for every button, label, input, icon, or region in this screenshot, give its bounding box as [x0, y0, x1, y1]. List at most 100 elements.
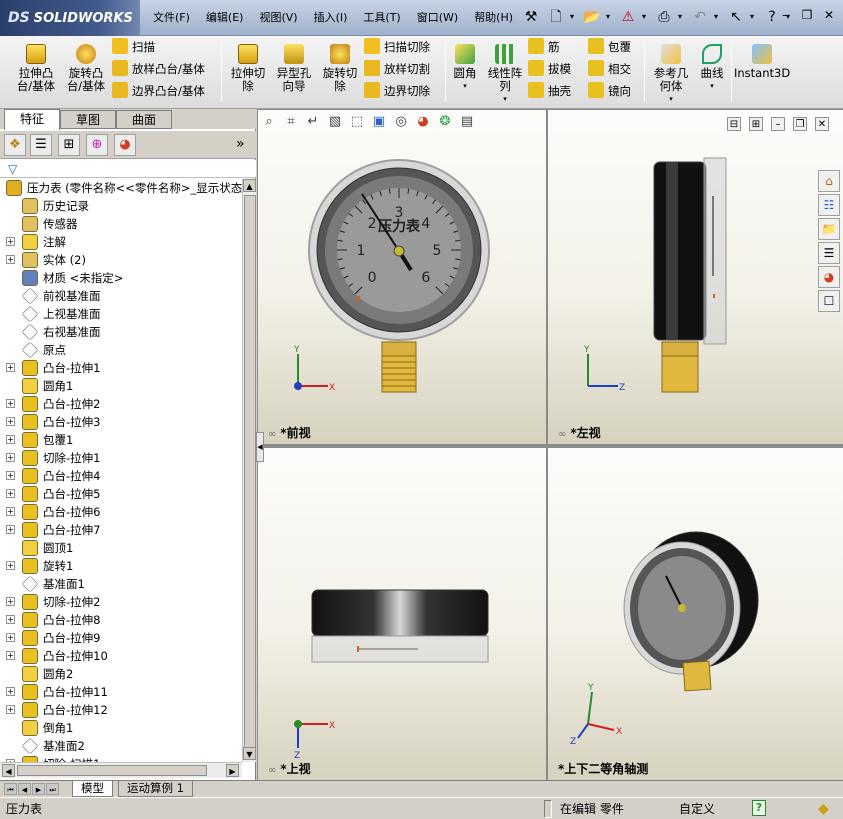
tree-item[interactable]: + 凸台-拉伸12 [0, 701, 242, 719]
boundary-cut-button[interactable]: 边界切除 [364, 80, 430, 102]
close-icon[interactable]: ✕ [821, 6, 837, 24]
tree-item[interactable]: 原点 [0, 341, 242, 359]
tree-item[interactable]: + 凸台-拉伸10 [0, 647, 242, 665]
solidworks-logo[interactable]: DS SOLIDWORKS [0, 0, 140, 36]
tree-item[interactable]: + 凸台-拉伸2 [0, 395, 242, 413]
tree-item[interactable]: + 凸台-拉伸11 [0, 683, 242, 701]
tree-item[interactable]: + 凸台-拉伸8 [0, 611, 242, 629]
expand-toggle-icon[interactable]: + [6, 435, 15, 444]
scroll-down-icon[interactable]: ▼ [243, 747, 256, 760]
expand-toggle-icon[interactable]: + [6, 525, 15, 534]
ref-geometry-dropdown-icon[interactable]: ▾ [650, 95, 692, 103]
rib-button[interactable]: 筋 [528, 36, 560, 58]
view-palette-icon[interactable]: ☰ [818, 242, 840, 264]
restore-icon[interactable]: ❐ [799, 6, 815, 24]
new-dropdown-icon[interactable]: ▾ [570, 6, 578, 28]
fillet-dropdown-icon[interactable]: ▾ [448, 82, 482, 90]
linear-pattern-button[interactable]: 线性阵 列 ▾ [484, 44, 526, 103]
minimize-icon[interactable]: – [777, 6, 793, 24]
next-tab-icon[interactable]: ▶ [32, 783, 45, 795]
select-arrow-icon[interactable]: ↖ [725, 6, 747, 28]
revolve-cut-button[interactable]: 旋转切 除 [318, 44, 362, 93]
file-explorer-icon[interactable]: 📁 [818, 218, 840, 240]
section-view-icon[interactable]: ▧ [325, 112, 345, 132]
fillet-button[interactable]: 圆角 ▾ [448, 44, 482, 90]
menu-help[interactable]: 帮助(H) [466, 9, 521, 27]
curves-dropdown-icon[interactable]: ▾ [694, 82, 730, 90]
h-scroll-thumb[interactable] [17, 765, 207, 776]
expand-toggle-icon[interactable]: + [6, 255, 15, 264]
expand-toggle-icon[interactable]: + [6, 705, 15, 714]
menu-file[interactable]: 文件(F) [145, 9, 198, 27]
tree-item[interactable]: 圆角1 [0, 377, 242, 395]
tree-item[interactable]: 基准面2 [0, 737, 242, 755]
expand-toggle-icon[interactable]: + [6, 489, 15, 498]
filter-row[interactable]: ▽ [0, 160, 256, 178]
view-settings-icon[interactable]: ▤ [457, 112, 477, 132]
tree-item[interactable]: + 包覆1 [0, 431, 242, 449]
tree-item[interactable]: 圆顶1 [0, 539, 242, 557]
tab-features[interactable]: 特征 [4, 109, 60, 130]
tree-item[interactable]: + 凸台-拉伸9 [0, 629, 242, 647]
mirror-button[interactable]: 镜向 [588, 80, 631, 102]
tab-model[interactable]: 模型 [72, 781, 113, 797]
draft-button[interactable]: 拔模 [528, 58, 571, 80]
viewport-link-icon[interactable]: ∞ [268, 429, 276, 440]
tree-item[interactable]: 材质 <未指定> [0, 269, 242, 287]
save-dropdown-icon[interactable]: ▾ [642, 6, 650, 28]
pattern-dropdown-icon[interactable]: ▾ [484, 95, 526, 103]
expand-toggle-icon[interactable]: + [6, 561, 15, 570]
expand-toggle-icon[interactable]: + [6, 417, 15, 426]
viewport-minimize-icon[interactable]: – [771, 117, 785, 131]
tree-item[interactable]: + 凸台-拉伸6 [0, 503, 242, 521]
expand-tabs-icon[interactable]: » [236, 136, 245, 152]
tree-item[interactable]: 右视基准面 [0, 323, 242, 341]
tree-item[interactable]: + 凸台-拉伸1 [0, 359, 242, 377]
viewport-link-icon[interactable]: ∞ [268, 765, 276, 776]
loft-cut-button[interactable]: 放样切割 [364, 58, 430, 80]
pin-icon[interactable]: ⚒ [520, 6, 542, 28]
prev-tab-icon[interactable]: ◀ [18, 783, 31, 795]
curves-button[interactable]: 曲线 ▾ [694, 44, 730, 90]
extrude-boss-button[interactable]: 拉伸凸 台/基体 [12, 44, 60, 93]
hole-wizard-button[interactable]: 异型孔 向导 [272, 44, 316, 93]
zoom-to-area-icon[interactable]: ⌗ [281, 112, 301, 132]
apply-scene-icon[interactable]: ❂ [435, 112, 455, 132]
home-icon[interactable]: ⌂ [818, 170, 840, 192]
expand-toggle-icon[interactable]: + [6, 471, 15, 480]
expand-toggle-icon[interactable]: + [6, 633, 15, 642]
reference-geometry-button[interactable]: 参考几 何体 ▾ [650, 44, 692, 103]
link-views-icon[interactable]: ⊟ [727, 117, 741, 131]
viewport-isometric[interactable]: Y X Z *上下二等角轴测 [548, 448, 843, 780]
boundary-boss-button[interactable]: 边界凸台/基体 [112, 80, 205, 102]
open-dropdown-icon[interactable]: ▾ [606, 6, 614, 28]
undo-icon[interactable]: ↶ [689, 6, 711, 28]
expand-toggle-icon[interactable]: + [6, 363, 15, 372]
expand-toggle-icon[interactable]: + [6, 399, 15, 408]
display-style-icon[interactable]: ▣ [369, 112, 389, 132]
expand-toggle-icon[interactable]: + [6, 507, 15, 516]
loft-boss-button[interactable]: 放样凸台/基体 [112, 58, 205, 80]
expand-toggle-icon[interactable]: + [6, 597, 15, 606]
open-folder-icon[interactable]: 📂 [581, 6, 603, 28]
sweep-button[interactable]: 扫描 [112, 36, 155, 58]
viewport-front[interactable]: 0123456 压力表 Y X ∞ *前视 [258, 110, 546, 444]
first-tab-icon[interactable]: ⏮ [4, 783, 17, 795]
print-dropdown-icon[interactable]: ▾ [678, 6, 686, 28]
select-dropdown-icon[interactable]: ▾ [750, 6, 758, 28]
tree-item[interactable]: + 凸台-拉伸3 [0, 413, 242, 431]
tree-item[interactable]: 传感器 [0, 215, 242, 233]
tree-item[interactable]: 上视基准面 [0, 305, 242, 323]
expand-toggle-icon[interactable]: + [6, 687, 15, 696]
scroll-thumb[interactable] [244, 195, 256, 755]
tree-item[interactable]: + 凸台-拉伸7 [0, 521, 242, 539]
expand-toggle-icon[interactable]: + [6, 453, 15, 462]
warning-icon[interactable]: ⚠ [617, 6, 639, 28]
tree-item[interactable]: + 注解 [0, 233, 242, 251]
menu-insert[interactable]: 插入(I) [306, 9, 356, 27]
menu-edit[interactable]: 编辑(E) [198, 9, 252, 27]
tree-item[interactable]: 前视基准面 [0, 287, 242, 305]
tab-sketch[interactable]: 草图 [60, 110, 116, 129]
display-manager-icon[interactable]: ◕ [114, 134, 136, 156]
configuration-manager-icon[interactable]: ⊞ [58, 134, 80, 156]
